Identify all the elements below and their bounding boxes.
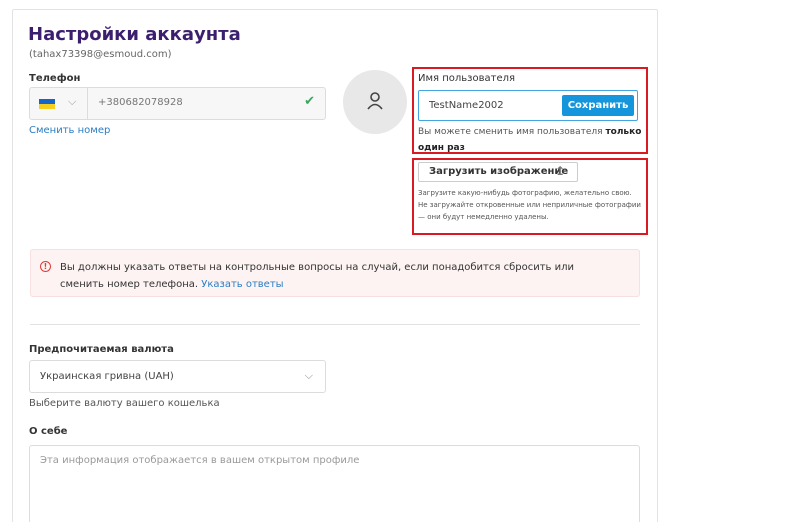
verified-check-icon: ✔ — [304, 94, 315, 109]
upload-hint: Загрузите какую-нибудь фотографию, желат… — [418, 189, 641, 221]
username-input[interactable]: TestName2002 Сохранить — [418, 90, 638, 121]
about-textarea[interactable]: Эта информация отображается в вашем откр… — [29, 445, 640, 522]
change-phone-link[interactable]: Сменить номер — [29, 125, 110, 136]
info-icon: ! — [40, 261, 51, 272]
username-value: TestName2002 — [429, 100, 504, 111]
chevron-down-icon: ⌵ — [68, 95, 77, 108]
account-email: (tahax73398@esmoud.com) — [29, 49, 172, 60]
section-divider — [30, 324, 640, 325]
currency-label: Предпочитаемая валюта — [29, 344, 174, 355]
chevron-down-icon: ⌵ — [304, 369, 313, 382]
about-label: О себе — [29, 426, 68, 437]
page-title: Настройки аккаунта — [28, 24, 241, 45]
provide-answers-link[interactable]: Указать ответы — [201, 279, 283, 290]
security-questions-alert: ! Вы должны указать ответы на контрольны… — [30, 249, 640, 297]
upload-button-label: Загрузить изображение — [429, 166, 569, 177]
upload-image-button[interactable]: Загрузить изображение ↥ — [418, 162, 578, 182]
username-label: Имя пользователя — [418, 73, 516, 84]
currency-select[interactable]: Украинская гривна (UAH) ⌵ — [29, 360, 326, 393]
phone-label: Телефон — [29, 73, 81, 84]
upload-icon: ↥ — [554, 164, 565, 178]
save-username-button[interactable]: Сохранить — [562, 95, 634, 116]
alert-message: Вы должны указать ответы на контрольные … — [60, 259, 620, 293]
about-placeholder: Эта информация отображается в вашем откр… — [40, 455, 360, 466]
avatar[interactable] — [343, 70, 407, 134]
username-hint: Вы можете сменить имя пользователя тольк… — [418, 124, 642, 156]
alert-text: Вы должны указать ответы на контрольные … — [60, 262, 574, 290]
user-icon — [367, 92, 383, 110]
country-select[interactable]: ⌵ — [30, 88, 88, 119]
ukraine-flag-icon — [39, 99, 55, 109]
phone-field: ⌵ +380682078928 ✔ — [29, 87, 326, 120]
currency-selected-value: Украинская гривна (UAH) — [40, 371, 174, 382]
username-hint-text: Вы можете сменить имя пользователя — [418, 127, 603, 137]
currency-hint: Выберите валюту вашего кошелька — [29, 398, 220, 409]
phone-number-value: +380682078928 — [98, 97, 183, 108]
